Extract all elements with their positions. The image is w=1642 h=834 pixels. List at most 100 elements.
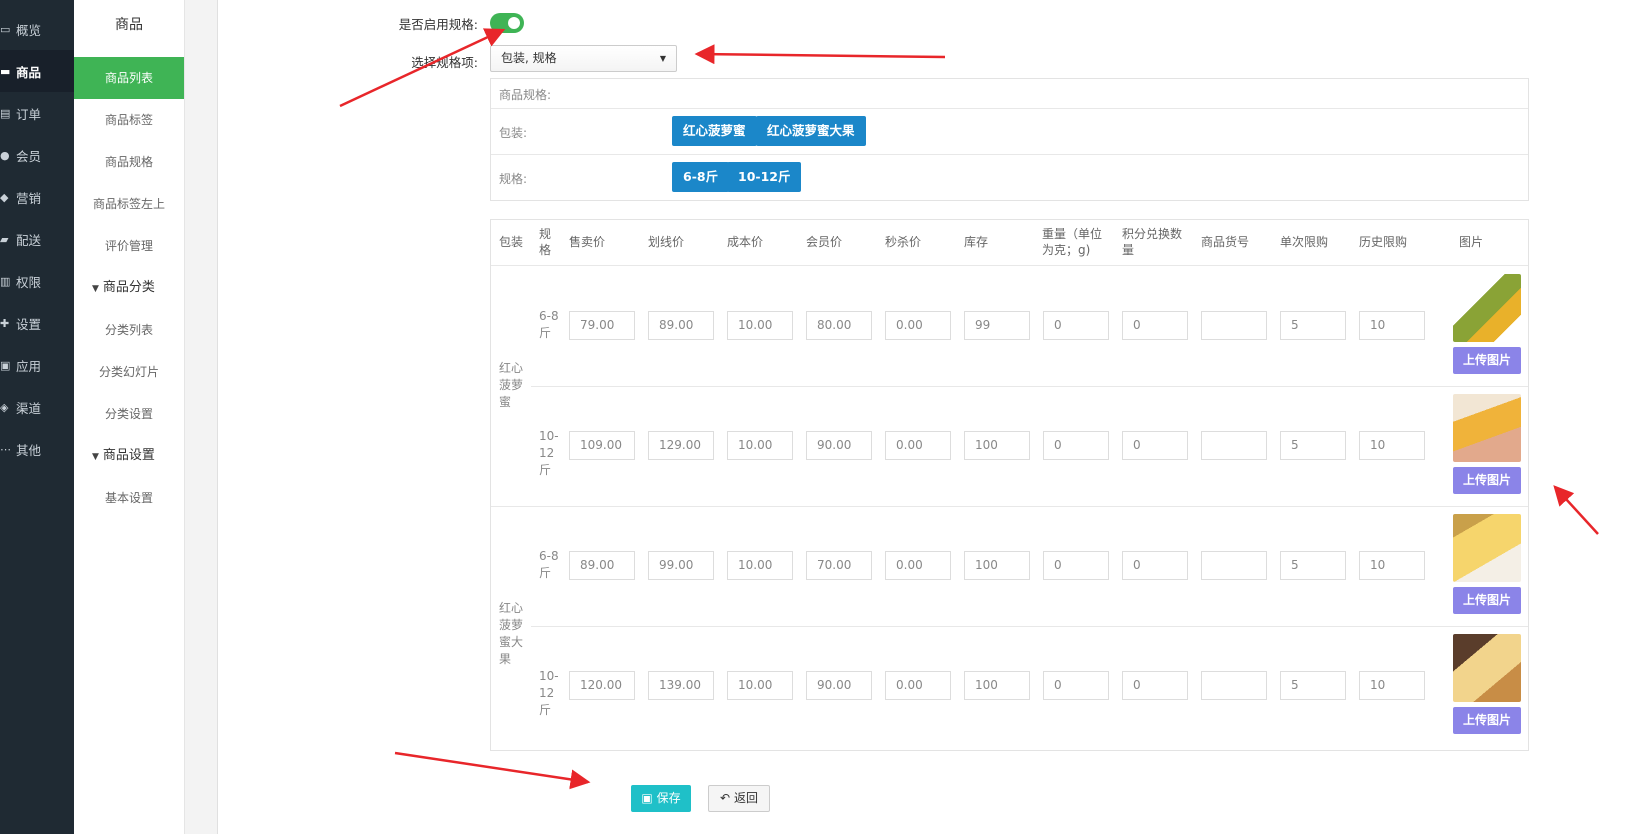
- sku-field-input[interactable]: 0: [1122, 311, 1188, 340]
- nav-item-2[interactable]: ▤ 订单: [0, 92, 74, 134]
- nav-item-8[interactable]: ▣ 应用: [0, 344, 74, 386]
- sku-field-input[interactable]: 0: [1122, 671, 1188, 700]
- sku-field-input[interactable]: 0: [1043, 671, 1109, 700]
- nav-item-label: 配送: [16, 232, 42, 248]
- sku-field-input[interactable]: 10: [1359, 311, 1425, 340]
- sku-field-input[interactable]: [1201, 431, 1267, 460]
- caret-down-icon: ▼: [92, 452, 99, 462]
- sku-field-input[interactable]: 90.00: [806, 431, 872, 460]
- truck-icon: ▰: [0, 232, 9, 246]
- table-row: 10-12斤 120.00 139.00 10.00 90.00 0.00 100 0 0 5 10…: [491, 626, 1528, 746]
- enable-spec-toggle[interactable]: [490, 13, 524, 33]
- sku-table: 包装 规格 售卖价 划线价 成本价 会员价 秒杀价 库存 重量（单位为克；g) 积分兑换数量 商品货…: [490, 219, 1529, 751]
- sku-field-input[interactable]: [1201, 551, 1267, 580]
- column-header: 积分兑换数量: [1122, 227, 1183, 257]
- submenu-item[interactable]: 分类设置: [74, 393, 184, 435]
- enable-spec-label: 是否启用规格:: [398, 17, 478, 32]
- sku-field-input[interactable]: 10: [1359, 671, 1425, 700]
- nav-item-5[interactable]: ▰ 配送: [0, 218, 74, 260]
- column-header: 售卖价: [569, 235, 606, 249]
- nav-item-0[interactable]: ▭ 概览: [0, 8, 74, 50]
- sku-field-input[interactable]: 0: [1043, 551, 1109, 580]
- sku-field-input[interactable]: 120.00: [569, 671, 635, 700]
- submenu-item[interactable]: 分类幻灯片: [74, 351, 184, 393]
- save-button-label: 保存: [656, 791, 681, 805]
- nav-item-10[interactable]: ⋯ 其他: [0, 428, 74, 470]
- upload-image-button[interactable]: 上传图片: [1453, 587, 1521, 614]
- submenu-group[interactable]: ▼ 商品分类: [74, 267, 184, 309]
- sku-field-input[interactable]: 100: [964, 671, 1030, 700]
- submenu-item[interactable]: 分类列表: [74, 309, 184, 351]
- submenu-item[interactable]: 基本设置: [74, 477, 184, 519]
- sku-field-input[interactable]: 5: [1280, 311, 1346, 340]
- sku-field-input[interactable]: 90.00: [806, 671, 872, 700]
- sku-field-input[interactable]: 89.00: [569, 551, 635, 580]
- submenu-group[interactable]: ▼ 商品设置: [74, 435, 184, 477]
- upload-image-button[interactable]: 上传图片: [1453, 347, 1521, 374]
- sku-field-input[interactable]: 0: [1122, 551, 1188, 580]
- sku-field-input[interactable]: 10.00: [727, 431, 793, 460]
- nav-item-7[interactable]: ✚ 设置: [0, 302, 74, 344]
- nav-item-label: 订单: [16, 106, 42, 122]
- nav-item-6[interactable]: ▥ 权限: [0, 260, 74, 302]
- sku-field-input[interactable]: 10.00: [727, 551, 793, 580]
- sku-field-input[interactable]: 10: [1359, 551, 1425, 580]
- apps-icon: ▣: [0, 358, 11, 372]
- nav-item-4[interactable]: ◆ 营销: [0, 176, 74, 218]
- nav-item-9[interactable]: ◈ 渠道: [0, 386, 74, 428]
- sku-field-input[interactable]: 10.00: [727, 311, 793, 340]
- spec-row-label: 规格:: [499, 172, 528, 186]
- nav-item-1[interactable]: ▬ 商品: [0, 50, 74, 92]
- submenu-item[interactable]: 商品标签左上: [74, 183, 184, 225]
- sku-field-input[interactable]: 0: [1043, 431, 1109, 460]
- column-header: 规格: [539, 227, 552, 257]
- sku-field-input[interactable]: [1201, 671, 1267, 700]
- sku-field-input[interactable]: 0.00: [885, 551, 951, 580]
- back-button[interactable]: ↶ 返回: [708, 785, 770, 812]
- sku-field-input[interactable]: 100: [964, 431, 1030, 460]
- upload-image-button[interactable]: 上传图片: [1453, 707, 1521, 734]
- sku-field-input[interactable]: 5: [1280, 431, 1346, 460]
- column-header: 包装: [499, 235, 524, 249]
- sku-field-input[interactable]: 99.00: [648, 551, 714, 580]
- spec-value-tag[interactable]: 红心菠萝蜜大果: [756, 116, 866, 146]
- sku-field-input[interactable]: 139.00: [648, 671, 714, 700]
- product-image-thumbnail: [1453, 394, 1521, 462]
- submenu-item[interactable]: 商品标签: [74, 99, 184, 141]
- sku-field-input[interactable]: 109.00: [569, 431, 635, 460]
- sku-field-input[interactable]: 100: [964, 551, 1030, 580]
- submenu-item[interactable]: 评价管理: [74, 225, 184, 267]
- sku-field-input[interactable]: 0.00: [885, 671, 951, 700]
- submenu-label: 分类设置: [104, 407, 153, 421]
- spec-value-tag[interactable]: 10-12斤: [727, 162, 802, 192]
- spec-value-tag[interactable]: 6-8斤: [672, 162, 730, 192]
- upload-image-button[interactable]: 上传图片: [1453, 467, 1521, 494]
- main-nav: ▭ 概览 ▬ 商品 ▤ 订单 ● 会员 ◆ 营销 ▰ 配送 ▥ 权限 ✚ 设置 ▣ 应用 ◈ 渠道 ⋯ 其他: [0, 0, 74, 834]
- reply-icon: ↶: [720, 791, 731, 805]
- sku-field-input[interactable]: 99: [964, 311, 1030, 340]
- sku-field-input[interactable]: [1201, 311, 1267, 340]
- sku-field-input[interactable]: 79.00: [569, 311, 635, 340]
- sku-field-input[interactable]: 5: [1280, 551, 1346, 580]
- spec-value-tag[interactable]: 红心菠萝蜜: [672, 116, 757, 146]
- sku-field-input[interactable]: 0.00: [885, 431, 951, 460]
- sku-field-input[interactable]: 70.00: [806, 551, 872, 580]
- sku-field-input[interactable]: 89.00: [648, 311, 714, 340]
- sku-field-input[interactable]: 80.00: [806, 311, 872, 340]
- sku-field-input[interactable]: 10.00: [727, 671, 793, 700]
- submenu-item[interactable]: 商品列表: [74, 57, 184, 99]
- cart-icon: ▬: [0, 64, 11, 78]
- sku-field-input[interactable]: 5: [1280, 671, 1346, 700]
- submenu-item[interactable]: 商品规格: [74, 141, 184, 183]
- sku-field-input[interactable]: 0.00: [885, 311, 951, 340]
- arrow-to-select: [694, 44, 946, 65]
- sku-field-input[interactable]: 10: [1359, 431, 1425, 460]
- submenu-label: 商品标签: [104, 113, 153, 127]
- sku-field-input[interactable]: 0: [1043, 311, 1109, 340]
- sku-field-input[interactable]: 0: [1122, 431, 1188, 460]
- spec-select[interactable]: 包装, 规格 ▼: [490, 45, 677, 72]
- table-row: 10-12斤 109.00 129.00 10.00 90.00 0.00 100 0 0 5 10…: [491, 386, 1528, 506]
- save-button[interactable]: ▣ 保存: [631, 785, 691, 812]
- nav-item-3[interactable]: ● 会员: [0, 134, 74, 176]
- sku-field-input[interactable]: 129.00: [648, 431, 714, 460]
